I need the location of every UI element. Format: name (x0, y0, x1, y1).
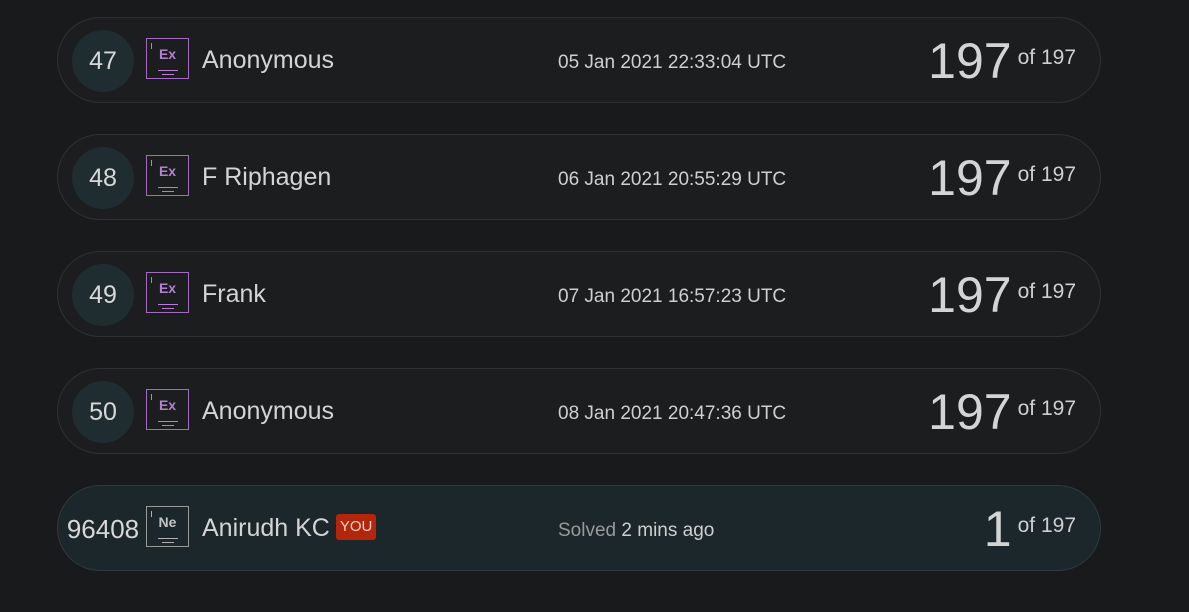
user-name[interactable]: Anirudh KC YOU (202, 513, 377, 543)
leaderboard: 47 Ex Anonymous 05 Jan 2021 22:33:04 UTC… (0, 0, 1189, 612)
badge-symbol: Ex (158, 280, 177, 296)
score-value: 1 (983, 501, 1012, 557)
badge-symbol: Ex (158, 46, 177, 62)
rank-number: 50 (72, 381, 134, 443)
solve-time: 07 Jan 2021 16:57:23 UTC (558, 286, 787, 307)
score-total: of 197 (1017, 163, 1076, 186)
leaderboard-row: 47 Ex Anonymous 05 Jan 2021 22:33:04 UTC… (57, 17, 1101, 103)
score-value: 197 (928, 33, 1012, 89)
leaderboard-row: 50 Ex Anonymous 08 Jan 2021 20:47:36 UTC… (57, 368, 1101, 454)
user-name[interactable]: Anonymous (202, 46, 334, 75)
score: 197 of 197 (928, 266, 1076, 324)
solve-time: 06 Jan 2021 20:55:29 UTC (558, 169, 787, 190)
leaderboard-row: 48 Ex F Riphagen 06 Jan 2021 20:55:29 UT… (57, 134, 1101, 220)
user-name[interactable]: Anonymous (202, 397, 334, 426)
score-value: 197 (928, 267, 1012, 323)
user-name-text: Anirudh KC (202, 514, 330, 542)
score-total: of 197 (1017, 46, 1076, 69)
rank-badge-icon: Ex (146, 38, 189, 79)
score-total: of 197 (1017, 514, 1076, 537)
solved-ago: 2 mins ago (621, 520, 715, 541)
score-value: 197 (928, 384, 1012, 440)
rank-badge-icon: Ex (146, 272, 189, 313)
rank-number: 47 (72, 30, 134, 92)
solve-time: 08 Jan 2021 20:47:36 UTC (558, 403, 787, 424)
rank-badge-icon: Ex (146, 389, 189, 430)
current-user-row: 96408 Ne Anirudh KC YOU Solved 2 mins ago… (57, 485, 1101, 571)
score-total: of 197 (1017, 280, 1076, 303)
badge-symbol: Ex (158, 163, 177, 179)
score: 1 of 197 (984, 500, 1076, 558)
you-badge: YOU (335, 513, 377, 540)
rank-number: 96408 (66, 514, 140, 544)
score-value: 197 (928, 150, 1012, 206)
solved-label: Solved (558, 520, 617, 541)
badge-symbol: Ex (158, 397, 177, 413)
rank-badge-icon: Ex (146, 155, 189, 196)
solve-time: Solved 2 mins ago (558, 520, 714, 542)
user-name[interactable]: F Riphagen (202, 163, 331, 192)
rank-badge-icon: Ne (146, 506, 189, 547)
solve-time: 05 Jan 2021 22:33:04 UTC (558, 52, 787, 73)
rank-number: 49 (72, 264, 134, 326)
rank-number: 48 (72, 147, 134, 209)
score: 197 of 197 (928, 383, 1076, 441)
score: 197 of 197 (928, 32, 1076, 90)
score-total: of 197 (1017, 397, 1076, 420)
score: 197 of 197 (928, 149, 1076, 207)
user-name[interactable]: Frank (202, 280, 266, 309)
leaderboard-row: 49 Ex Frank 07 Jan 2021 16:57:23 UTC 197… (57, 251, 1101, 337)
badge-symbol: Ne (158, 514, 177, 530)
